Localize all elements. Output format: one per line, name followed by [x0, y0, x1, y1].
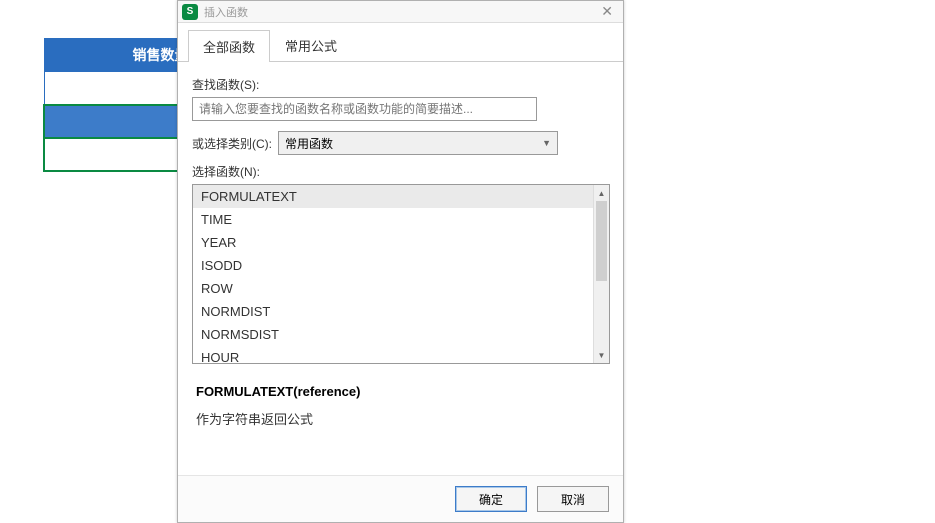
list-item[interactable]: TIME	[193, 208, 593, 231]
list-item[interactable]: YEAR	[193, 231, 593, 254]
search-input[interactable]	[192, 97, 537, 121]
scroll-track[interactable]	[594, 281, 609, 347]
app-icon: S	[182, 4, 198, 20]
scroll-up-icon[interactable]: ▲	[594, 185, 609, 201]
list-item[interactable]: NORMDIST	[193, 300, 593, 323]
titlebar: S 插入函数 ✕	[178, 1, 623, 23]
category-value: 常用函数	[285, 135, 333, 152]
category-label: 或选择类别(C):	[192, 135, 272, 152]
function-description: 作为字符串返回公式	[196, 409, 609, 428]
button-bar: 确定 取消	[178, 475, 623, 522]
chevron-down-icon: ▼	[542, 138, 551, 148]
scrollbar[interactable]: ▲ ▼	[593, 185, 609, 363]
list-item[interactable]: NORMSDIST	[193, 323, 593, 346]
close-icon[interactable]: ✕	[595, 3, 619, 20]
search-label: 查找函数(S):	[192, 76, 609, 93]
scroll-down-icon[interactable]: ▼	[594, 347, 609, 363]
insert-function-dialog: S 插入函数 ✕ 全部函数 常用公式 查找函数(S): 或选择类别(C): 常用…	[177, 0, 624, 523]
list-item[interactable]: ISODD	[193, 254, 593, 277]
function-listbox: FORMULATEXT TIME YEAR ISODD ROW NORMDIST…	[192, 184, 610, 364]
list-item[interactable]: HOUR	[193, 346, 593, 363]
ok-button[interactable]: 确定	[455, 486, 527, 512]
function-list[interactable]: FORMULATEXT TIME YEAR ISODD ROW NORMDIST…	[193, 185, 593, 363]
dialog-title: 插入函数	[204, 4, 595, 20]
function-signature: FORMULATEXT(reference)	[196, 384, 609, 399]
tab-common-formulas[interactable]: 常用公式	[270, 29, 352, 61]
list-item[interactable]: FORMULATEXT	[193, 185, 593, 208]
list-label: 选择函数(N):	[192, 163, 609, 180]
tabs: 全部函数 常用公式	[178, 23, 623, 62]
list-item[interactable]: ROW	[193, 277, 593, 300]
dialog-content: 查找函数(S): 或选择类别(C): 常用函数 ▼ 选择函数(N): FORMU…	[178, 62, 623, 428]
scroll-thumb[interactable]	[596, 201, 607, 281]
tab-all-functions[interactable]: 全部函数	[188, 30, 270, 62]
cancel-button[interactable]: 取消	[537, 486, 609, 512]
category-select[interactable]: 常用函数 ▼	[278, 131, 558, 155]
